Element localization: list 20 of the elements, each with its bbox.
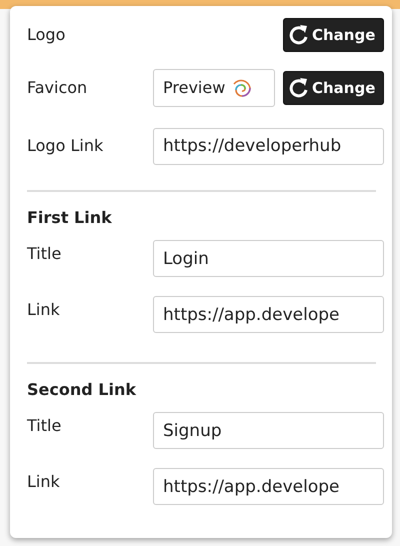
refresh-icon	[289, 24, 309, 46]
text-field[interactable]: https://app.develope	[153, 468, 384, 505]
field-label: Link	[27, 471, 60, 493]
text-field[interactable]: Signup	[153, 412, 384, 449]
field-label: Title	[27, 243, 62, 265]
field-label: Link	[27, 299, 60, 321]
field-label: Logo Link	[27, 135, 104, 157]
spiral-icon	[231, 77, 254, 99]
field-label: Favicon	[27, 77, 88, 99]
section-heading: Second Link	[27, 379, 138, 401]
preview-button[interactable]: Preview	[153, 69, 275, 107]
text-field[interactable]: https://app.develope	[153, 296, 384, 333]
refresh-icon	[289, 77, 309, 99]
section-heading: First Link	[27, 207, 113, 229]
change-button[interactable]: Change	[283, 71, 384, 105]
text-field[interactable]: https://developerhub	[153, 128, 384, 164]
field-label: Logo	[27, 24, 66, 46]
field-label: Title	[27, 415, 62, 437]
text-field[interactable]: Login	[153, 240, 384, 277]
change-button[interactable]: Change	[283, 18, 384, 52]
